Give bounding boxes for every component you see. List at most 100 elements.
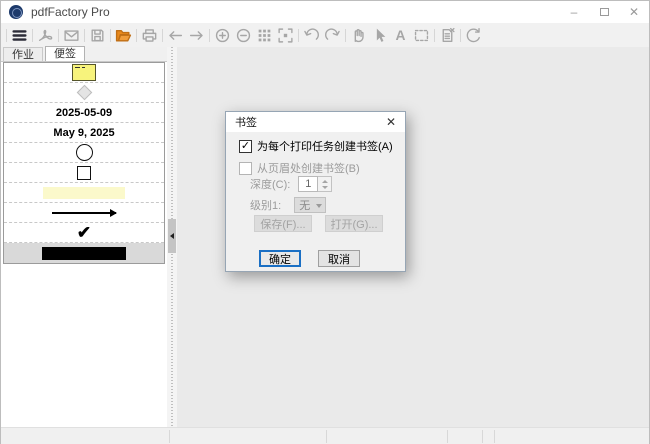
note-item-arrow[interactable] [4, 203, 164, 223]
status-separator [482, 430, 483, 443]
note-text-label: 2025-05-09 [55, 106, 113, 119]
highlight-shape [43, 186, 125, 199]
sidebar: 作业 便签 2025-05-09 May 9, 2025 ✔ [1, 46, 167, 427]
toolbar-separator [6, 28, 7, 42]
print-icon[interactable] [139, 25, 160, 45]
undo-icon[interactable] [301, 25, 322, 45]
delete-page-icon[interactable] [437, 25, 458, 45]
status-separator [447, 430, 448, 443]
status-separator [326, 430, 327, 443]
note-item-diamond[interactable] [4, 83, 164, 103]
status-bar [1, 427, 649, 444]
maximize-icon [599, 8, 609, 16]
ok-button[interactable]: 确定 [259, 250, 301, 267]
cancel-button[interactable]: 取消 [318, 250, 360, 267]
blackout-shape [42, 246, 126, 260]
arrow-shape [52, 208, 117, 217]
depth-label: 深度(C): [250, 179, 291, 191]
spinner-up-icon[interactable] [321, 179, 328, 183]
depth-spinner[interactable] [318, 176, 333, 192]
chevron-down-icon [316, 204, 323, 208]
diamond-shape [76, 84, 92, 101]
acrobat-icon[interactable] [35, 25, 56, 45]
note-item-square[interactable] [4, 163, 164, 183]
window-controls: – ✕ [559, 1, 649, 23]
save-icon[interactable] [87, 25, 108, 45]
maximize-button[interactable] [589, 1, 619, 23]
tab-notes[interactable]: 便签 [45, 46, 85, 61]
sidebar-tabstrip: 作业 便签 [1, 46, 167, 62]
spinner-down-icon[interactable] [321, 185, 328, 189]
note-item-text[interactable]: May 9, 2025 [4, 123, 164, 143]
note-item-blackout[interactable] [4, 243, 164, 263]
note-text-label: May 9, 2025 [53, 126, 115, 139]
toolbar-separator [136, 28, 137, 42]
dialog-close-icon[interactable]: ✕ [383, 114, 399, 130]
create-bookmark-checkbox-row: ✓ 为每个打印任务创建书签(A) [239, 138, 393, 154]
arrow-right-icon[interactable] [186, 25, 207, 45]
notes-palette: 2025-05-09 May 9, 2025 ✔ [3, 62, 165, 264]
open-button[interactable]: 打开(G)... [325, 215, 383, 232]
menu-icon[interactable] [9, 25, 30, 45]
grid-icon[interactable] [254, 25, 275, 45]
app-logo-icon [9, 5, 23, 19]
arrow-left-icon[interactable] [165, 25, 186, 45]
zoom-out-icon[interactable] [233, 25, 254, 45]
toolbar-separator [162, 28, 163, 42]
toolbar-separator [209, 28, 210, 42]
level-value: 无 [299, 200, 311, 212]
save-button[interactable]: 保存(F)... [254, 215, 312, 232]
text-icon[interactable]: A [390, 25, 411, 45]
toolbar-separator [58, 28, 59, 42]
dialog-title: 书签 [235, 117, 257, 129]
tab-job[interactable]: 作业 [3, 47, 43, 61]
window-title: pdfFactory Pro [31, 5, 110, 19]
dialog-title-bar[interactable]: 书签 ✕ [226, 112, 405, 132]
note-item-sticky-note[interactable] [4, 63, 164, 83]
level-dropdown[interactable]: 无 [294, 197, 327, 213]
toolbar-separator [434, 28, 435, 42]
minimize-button[interactable]: – [559, 1, 589, 23]
toolbar-separator [298, 28, 299, 42]
splitter-collapse-handle[interactable] [168, 219, 176, 253]
depth-row: 深度(C): 1 [250, 176, 333, 192]
zoom-in-icon[interactable] [212, 25, 233, 45]
note-item-text[interactable]: 2025-05-09 [4, 103, 164, 123]
mail-icon[interactable] [61, 25, 82, 45]
note-item-circle[interactable] [4, 143, 164, 163]
fit-page-icon[interactable] [275, 25, 296, 45]
circle-shape [75, 144, 93, 161]
toolbar: A [1, 23, 649, 47]
toolbar-separator [460, 28, 461, 42]
bookmark-dialog: 书签 ✕ ✓ 为每个打印任务创建书签(A) 从页眉处创建书签(B) 深度(C):… [225, 111, 406, 272]
create-bookmark-checkbox[interactable]: ✓ [239, 139, 252, 153]
open-folder-icon[interactable] [113, 25, 134, 45]
depth-input[interactable]: 1 [298, 176, 319, 192]
checkmark-shape: ✔ [76, 223, 92, 242]
sticky-note-shape [72, 64, 96, 81]
cursor-icon[interactable] [369, 25, 390, 45]
status-separator [169, 430, 170, 443]
note-item-checkmark[interactable]: ✔ [4, 223, 164, 243]
toolbar-separator [84, 28, 85, 42]
from-heading-label: 从页眉处创建书签(B) [257, 163, 360, 175]
toolbar-separator [110, 28, 111, 42]
title-bar: pdfFactory Pro – ✕ [1, 1, 649, 23]
svg-text:A: A [396, 27, 406, 43]
level-row: 级别1: 无 [250, 197, 327, 213]
square-shape [77, 165, 91, 180]
from-heading-checkbox-row: 从页眉处创建书签(B) [239, 160, 360, 176]
redo-icon[interactable] [322, 25, 343, 45]
refresh-icon[interactable] [463, 25, 484, 45]
toolbar-separator [32, 28, 33, 42]
create-bookmark-label: 为每个打印任务创建书签(A) [257, 141, 393, 153]
panel-splitter[interactable] [167, 47, 177, 427]
toolbar-separator [345, 28, 346, 42]
marquee-icon[interactable] [411, 25, 432, 45]
note-item-highlight[interactable] [4, 183, 164, 203]
from-heading-checkbox[interactable] [239, 161, 252, 175]
status-separator [494, 430, 495, 443]
close-button[interactable]: ✕ [619, 1, 649, 23]
hand-icon[interactable] [348, 25, 369, 45]
level-label: 级别1: [250, 200, 282, 212]
